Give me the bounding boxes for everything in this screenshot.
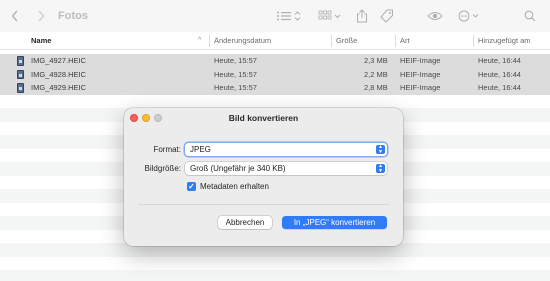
convert-button[interactable]: In „JPEG“ konvertieren [282, 216, 387, 229]
image-size-select[interactable]: Groß (Ungefähr je 340 KB) ▲ ▼ [185, 162, 387, 175]
heic-file-icon [17, 69, 24, 79]
file-size: 2,2 MB [364, 69, 388, 79]
column-kind[interactable]: Art [400, 32, 410, 50]
column-modified[interactable]: Änderungsdatum [214, 32, 271, 50]
column-separator [331, 35, 332, 47]
table-row[interactable]: IMG_4929.HEIC Heute, 15:57 2,8 MB HEIF-I… [0, 81, 550, 95]
divider [138, 204, 389, 205]
more-button[interactable] [457, 0, 483, 32]
grid-group-icon [318, 10, 341, 20]
file-added: Heute, 16:44 [478, 83, 521, 92]
quick-look-button[interactable] [426, 0, 444, 32]
table-row[interactable]: IMG_4927.HEIC Heute, 15:57 2,3 MB HEIF-I… [0, 54, 550, 68]
tag-button[interactable] [379, 0, 395, 32]
tag-icon [380, 9, 393, 23]
eye-icon [427, 12, 443, 20]
image-size-label: Bildgröße: [144, 164, 181, 173]
back-button[interactable] [8, 0, 22, 32]
file-name: IMG_4927.HEIC [31, 56, 87, 65]
column-separator [473, 35, 474, 47]
updown-chevron-icon: ▲ ▼ [376, 145, 385, 154]
table-row[interactable]: IMG_4928.HEIC Heute, 15:57 2,2 MB HEIF-I… [0, 67, 550, 81]
column-separator [395, 35, 396, 47]
column-added[interactable]: Hinzugefügt am [478, 32, 531, 50]
sort-chevron-icon: ^ [198, 37, 202, 44]
forward-button[interactable] [34, 0, 48, 32]
file-size: 2,3 MB [364, 56, 388, 65]
chevron-left-icon [11, 10, 18, 22]
view-options-button[interactable] [275, 0, 303, 32]
format-label: Format: [153, 145, 181, 154]
image-size-value: Groß (Ungefähr je 340 KB) [190, 164, 286, 173]
file-kind: HEIF-Image [400, 83, 441, 92]
column-size[interactable]: Größe [336, 32, 357, 50]
format-select[interactable]: JPEG ▲ ▼ [185, 143, 387, 156]
share-button[interactable] [354, 0, 370, 32]
dialog-title: Bild konvertieren [228, 113, 299, 123]
file-modified: Heute, 15:57 [214, 69, 257, 79]
format-value: JPEG [190, 145, 211, 154]
file-kind: HEIF-Image [400, 56, 441, 65]
search-button[interactable] [522, 0, 538, 32]
share-icon [357, 9, 367, 23]
heic-file-icon [17, 56, 24, 66]
file-added: Heute, 16:44 [478, 56, 521, 65]
file-added: Heute, 16:44 [478, 69, 521, 79]
file-size: 2,8 MB [364, 83, 388, 92]
empty-row [0, 270, 550, 281]
column-header: Name ^ Änderungsdatum Größe Art Hinzugef… [0, 32, 550, 50]
search-icon [524, 10, 536, 22]
toolbar: Fotos [0, 0, 550, 32]
convert-image-dialog: Bild konvertieren Format: JPEG ▲ ▼ Bildgr… [124, 108, 403, 246]
file-kind: HEIF-Image [400, 69, 441, 79]
metadata-checkbox[interactable]: ✓ [187, 182, 196, 191]
cancel-button[interactable]: Abbrechen [218, 216, 272, 229]
file-name: IMG_4928.HEIC [31, 69, 87, 79]
file-name: IMG_4929.HEIC [31, 83, 87, 92]
column-name[interactable]: Name [31, 32, 51, 50]
heic-file-icon [17, 83, 24, 93]
file-modified: Heute, 15:57 [214, 56, 257, 65]
group-button[interactable] [317, 0, 343, 32]
updown-chevron-icon: ▲ ▼ [376, 164, 385, 173]
list-view-icon [277, 11, 301, 21]
window-title: Fotos [58, 10, 88, 22]
ellipsis-circle-icon [458, 10, 479, 22]
metadata-label[interactable]: Metadaten erhalten [200, 182, 269, 191]
chevron-right-icon [38, 10, 45, 22]
column-separator [209, 35, 210, 47]
file-modified: Heute, 15:57 [214, 83, 257, 92]
